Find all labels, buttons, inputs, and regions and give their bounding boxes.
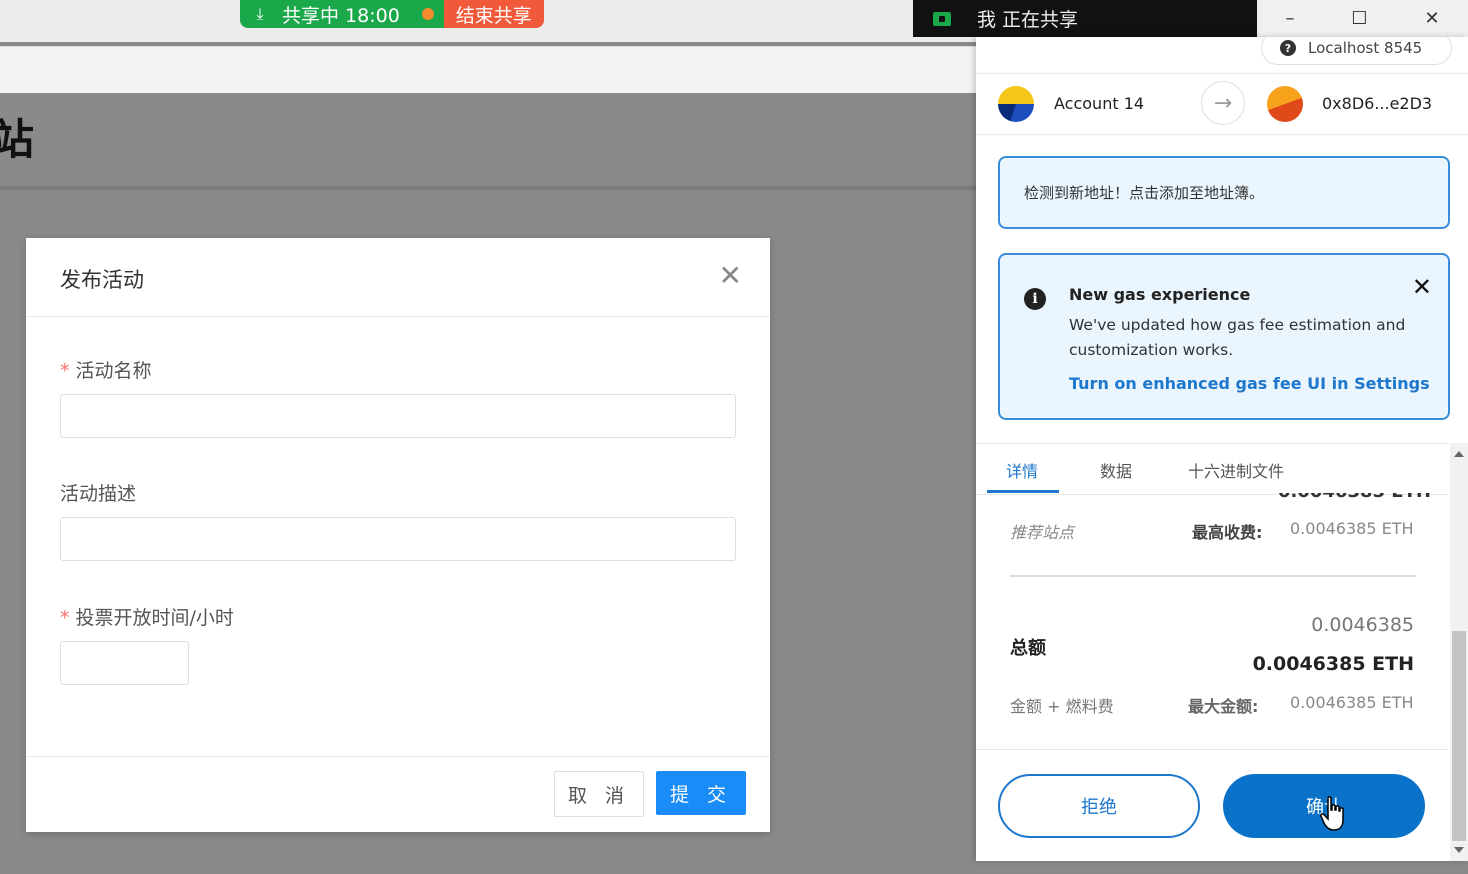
end-share-label: 结束共享 — [455, 4, 532, 27]
total-label: 总额 — [1010, 638, 1046, 659]
close-window-button[interactable]: ✕ — [1424, 8, 1439, 29]
max-fee-label: 最高收费: — [1192, 523, 1263, 542]
recipient-address[interactable]: 0x8D6...e2D3 — [1322, 94, 1432, 113]
details-scrollbar[interactable] — [1450, 443, 1468, 861]
required-mark: * — [60, 360, 70, 382]
transaction-details: 0.0046385 ETH 推荐站点 最高收费: 0.0046385 ETH 总… — [976, 493, 1448, 751]
voting-hours-input[interactable] — [60, 641, 189, 685]
screen-share-bar: ⤓ 共享中 18:00 结束共享 — [240, 0, 544, 28]
from-account-name[interactable]: Account 14 — [1054, 94, 1144, 113]
tab-data[interactable]: 数据 — [1100, 458, 1132, 482]
sharing-banner: 我 正在共享 — [913, 0, 1257, 37]
tab-hex[interactable]: 十六进制文件 — [1188, 458, 1284, 482]
new-address-alert-text: 检测到新地址！点击添加至地址簿。 — [1024, 184, 1265, 202]
recommended-site-label: 推荐站点 — [1010, 523, 1075, 542]
voting-hours-label: * 投票开放时间/小时 — [60, 607, 234, 629]
activity-description-input[interactable] — [60, 517, 736, 561]
activity-description-label: 活动描述 — [60, 483, 137, 505]
browser-address-area — [0, 46, 980, 93]
window-controls: – ☐ ✕ — [1257, 0, 1468, 37]
activity-name-label: * 活动名称 — [60, 360, 152, 382]
maximize-button[interactable]: ☐ — [1351, 8, 1367, 29]
dialog-header: 发布活动 ✕ — [26, 238, 770, 317]
gas-notice-description: We've updated how gas fee estimation and… — [1069, 316, 1406, 359]
reject-button[interactable]: 拒绝 — [998, 774, 1200, 838]
activity-name-input[interactable] — [60, 394, 736, 438]
network-selector[interactable]: ? Localhost 8545 — [1261, 37, 1452, 65]
screen-share-icon — [933, 11, 951, 26]
scroll-down-icon[interactable] — [1454, 847, 1464, 853]
amount-plus-gas-label: 金额 + 燃料费 — [1010, 697, 1114, 716]
max-fee-value: 0.0046385 ETH — [1290, 519, 1414, 538]
minimize-button[interactable]: – — [1285, 8, 1294, 29]
download-icon[interactable]: ⤓ — [250, 4, 270, 24]
close-icon[interactable]: ✕ — [719, 262, 742, 290]
info-icon: i — [1024, 288, 1046, 310]
page-heading-fragment: 站 — [0, 115, 35, 164]
gas-notice-title: New gas experience — [1069, 285, 1251, 304]
end-share-button[interactable]: 结束共享 — [443, 0, 544, 28]
transaction-accounts: Account 14 → 0x8D6...e2D3 — [976, 73, 1468, 135]
arrow-right-icon: → — [1201, 81, 1245, 125]
scrolled-value: 0.0046385 ETH — [1278, 493, 1431, 502]
gas-experience-notice: i New gas experience We've updated how g… — [998, 253, 1450, 420]
share-status-label: 共享中 18:00 — [282, 4, 400, 27]
max-amount-value: 0.0046385 ETH — [1290, 693, 1414, 712]
total-value: 0.0046385 ETH — [1252, 653, 1414, 675]
new-address-alert[interactable]: 检测到新地址！点击添加至地址簿。 — [998, 156, 1450, 229]
close-icon[interactable]: ✕ — [1412, 273, 1432, 301]
required-mark: * — [60, 607, 70, 629]
submit-button[interactable]: 提 交 — [656, 771, 746, 815]
scroll-up-icon[interactable] — [1454, 451, 1464, 457]
scroll-thumb[interactable] — [1452, 631, 1466, 841]
account-avatar — [998, 86, 1034, 122]
publish-activity-dialog: 发布活动 ✕ * 活动名称 活动描述 * 投票开放时间/小时 取 消 提 交 — [26, 238, 770, 832]
cancel-button[interactable]: 取 消 — [554, 771, 644, 817]
recording-dot-icon — [421, 8, 434, 20]
transaction-tabs: 详情 数据 十六进制文件 — [976, 443, 1448, 495]
network-label: Localhost 8545 — [1308, 39, 1423, 57]
sharing-banner-label: 我 正在共享 — [977, 9, 1079, 31]
share-status[interactable]: ⤓ 共享中 18:00 — [240, 0, 444, 28]
divider — [1010, 575, 1416, 577]
tab-details[interactable]: 详情 — [1006, 458, 1038, 482]
dialog-footer: 取 消 提 交 — [26, 756, 770, 833]
total-value-secondary: 0.0046385 — [1311, 614, 1414, 636]
dialog-title: 发布活动 — [60, 268, 144, 292]
enhanced-gas-settings-link[interactable]: Turn on enhanced gas fee UI in Settings — [1069, 374, 1430, 393]
hand-cursor-icon — [1320, 796, 1344, 831]
max-amount-label: 最大金额: — [1188, 697, 1259, 716]
action-footer: 拒绝 确认 — [976, 749, 1448, 861]
metamask-popup: ? Localhost 8545 Account 14 → 0x8D6...e2… — [976, 37, 1468, 861]
network-icon: ? — [1280, 40, 1296, 56]
recipient-avatar — [1267, 86, 1303, 122]
page-divider — [0, 186, 980, 190]
